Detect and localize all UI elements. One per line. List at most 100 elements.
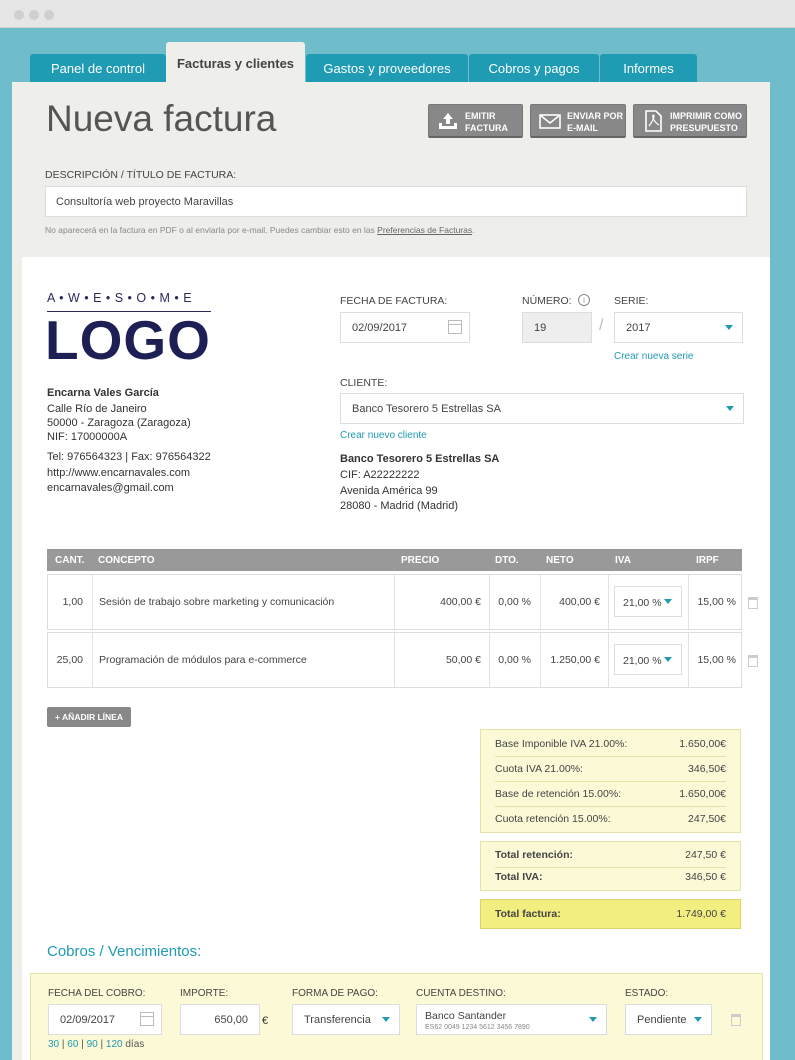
invoice-date-input[interactable]: 02/09/2017	[340, 312, 470, 343]
close-dot[interactable]	[14, 10, 24, 20]
number-series-separator: /	[599, 317, 604, 334]
row-irpf[interactable]: 15,00 %	[697, 654, 736, 666]
header-concept: CONCEPTO	[98, 555, 155, 566]
calendar-icon[interactable]	[448, 320, 462, 334]
row-discount[interactable]: 0,00 %	[498, 596, 531, 608]
quick-days-30[interactable]: 30	[48, 1039, 59, 1050]
row-concept[interactable]: Programación de módulos para e-commerce	[99, 654, 307, 666]
payment-method-select[interactable]: Transferencia	[292, 1004, 400, 1035]
table-row[interactable]: 1,00 Sesión de trabajo sobre marketing y…	[47, 574, 742, 630]
row-iva-value: 21,00 %	[623, 655, 662, 667]
email-label-2: E-MAIL	[567, 123, 598, 133]
summary-row: Base Imponible IVA 21.00%: 1.650,00€	[495, 732, 726, 757]
client-name: Banco Tesorero 5 Estrellas SA	[340, 453, 500, 465]
series-label: SERIE:	[614, 295, 649, 307]
summary-label: Base de retención 15.00%:	[495, 788, 622, 800]
company-logo: LOGO	[45, 309, 211, 371]
series-select[interactable]: 2017	[614, 312, 743, 343]
client-cif: CIF: A22222222	[340, 469, 420, 481]
status-select[interactable]: Pendiente	[625, 1004, 712, 1035]
emit-label-2: FACTURA	[465, 123, 508, 133]
summary-value: 247,50€	[688, 813, 726, 825]
quick-days-separator: |	[100, 1039, 104, 1050]
row-price[interactable]: 50,00 €	[446, 654, 481, 666]
summary-row: Base de retención 15.00%: 1.650,00€	[495, 782, 726, 807]
account-select[interactable]: Banco Santander ES62 0049 1234 5612 3456…	[416, 1004, 607, 1035]
row-iva-select[interactable]: 21,00 %	[614, 644, 682, 675]
summary-label: Total IVA:	[495, 871, 543, 883]
tab-informes[interactable]: Informes	[600, 54, 697, 82]
print-as-quote-button[interactable]: IMPRIMIR COMO PRESUPUESTO	[633, 104, 747, 138]
payment-date-value: 02/09/2017	[60, 1014, 116, 1026]
header-discount: DTO.	[495, 555, 519, 566]
maximize-dot[interactable]	[44, 10, 54, 20]
row-iva-select[interactable]: 21,00 %	[614, 586, 682, 617]
header-net: NETO	[546, 555, 574, 566]
tab-facturas-y-clientes[interactable]: Facturas y clientes	[166, 42, 305, 82]
issuer-city: 50000 - Zaragoza (Zaragoza)	[47, 416, 191, 429]
summary-value: 346,50 €	[685, 871, 726, 883]
row-concept[interactable]: Sesión de trabajo sobre marketing y comu…	[99, 596, 334, 608]
issuer-phone: Tel: 976564323 | Fax: 976564322	[47, 451, 211, 463]
row-net: 1.250,00 €	[550, 654, 600, 666]
table-row[interactable]: 25,00 Programación de módulos para e-com…	[47, 632, 742, 688]
send-email-button[interactable]: ENVIAR POR E-MAIL	[530, 104, 626, 138]
description-input[interactable]: Consultoría web proyecto Maravillas	[45, 186, 747, 217]
account-label: CUENTA DESTINO:	[416, 988, 506, 999]
invoice-date-value: 02/09/2017	[352, 322, 408, 334]
payment-date-label: FECHA DEL COBRO:	[48, 988, 146, 999]
status-label: ESTADO:	[625, 988, 669, 999]
tab-gastos-y-proveedores[interactable]: Gastos y proveedores	[306, 54, 468, 82]
chevron-down-icon	[694, 1017, 702, 1022]
trash-icon[interactable]	[748, 655, 758, 667]
client-select[interactable]: Banco Tesorero 5 Estrellas SA	[340, 393, 744, 424]
payment-date-input[interactable]: 02/09/2017	[48, 1004, 162, 1035]
row-qty[interactable]: 25,00	[57, 654, 83, 666]
row-net: 400,00 €	[559, 596, 600, 608]
payment-method-value: Transferencia	[304, 1014, 371, 1026]
quick-days-120[interactable]: 120	[106, 1039, 123, 1050]
trash-icon[interactable]	[748, 597, 758, 609]
currency-symbol: €	[262, 1015, 269, 1027]
account-iban: ES62 0049 1234 5612 3456 7890	[425, 1024, 530, 1031]
tab-cobros-y-pagos[interactable]: Cobros y pagos	[469, 54, 599, 82]
add-line-button[interactable]: + AÑADIR LÍNEA	[47, 707, 131, 727]
tab-panel-de-control[interactable]: Panel de control	[30, 54, 166, 82]
summary-value: 1.650,00€	[679, 788, 726, 800]
envelope-icon	[539, 114, 561, 129]
create-client-link[interactable]: Crear nuevo cliente	[340, 430, 427, 441]
summary-label: Cuota retención 15.00%:	[495, 813, 611, 825]
row-discount[interactable]: 0,00 %	[498, 654, 531, 666]
summary-row: Cuota retención 15.00%: 247,50€	[495, 807, 726, 832]
create-series-link[interactable]: Crear nueva serie	[614, 351, 693, 362]
print-label-2: PRESUPUESTO	[670, 123, 738, 133]
emit-invoice-button[interactable]: EMITIR FACTURA	[428, 104, 523, 138]
calendar-icon[interactable]	[140, 1012, 154, 1026]
summary-value: 1.749,00 €	[676, 908, 726, 920]
quick-days-60[interactable]: 60	[67, 1039, 78, 1050]
row-qty[interactable]: 1,00	[63, 596, 83, 608]
trash-icon[interactable]	[731, 1014, 741, 1026]
issuer-address: Calle Río de Janeiro 50000 - Zaragoza (Z…	[47, 402, 191, 446]
amount-input[interactable]: 650,00	[180, 1004, 260, 1035]
description-hint: No aparecerá en la factura en PDF o al e…	[45, 225, 475, 235]
payment-method-label: FORMA DE PAGO:	[292, 988, 378, 999]
logo-tagline: A • W • E • S • O • M • E	[47, 291, 193, 305]
invoice-preferences-link[interactable]: Preferencias de Facturas	[377, 225, 472, 235]
emit-label-1: EMITIR	[465, 111, 496, 121]
payments-section-title: Cobros / Vencimientos:	[47, 943, 202, 960]
issuer-nif: NIF: 17000000A	[47, 431, 128, 443]
total-iva-row: Total IVA: 346,50 €	[495, 865, 726, 890]
invoice-number-input[interactable]: 19	[522, 312, 592, 343]
header-iva: IVA	[615, 555, 631, 566]
row-price[interactable]: 400,00 €	[440, 596, 481, 608]
info-icon[interactable]: i	[578, 294, 590, 306]
email-label-1: ENVIAR POR	[567, 111, 624, 121]
client-city: 28080 - Madrid (Madrid)	[340, 500, 458, 512]
header-price: PRECIO	[401, 555, 440, 566]
row-irpf[interactable]: 15,00 %	[697, 596, 736, 608]
quick-days-separator: |	[61, 1039, 65, 1050]
chevron-down-icon	[664, 599, 672, 604]
quick-days-90[interactable]: 90	[87, 1039, 98, 1050]
minimize-dot[interactable]	[29, 10, 39, 20]
